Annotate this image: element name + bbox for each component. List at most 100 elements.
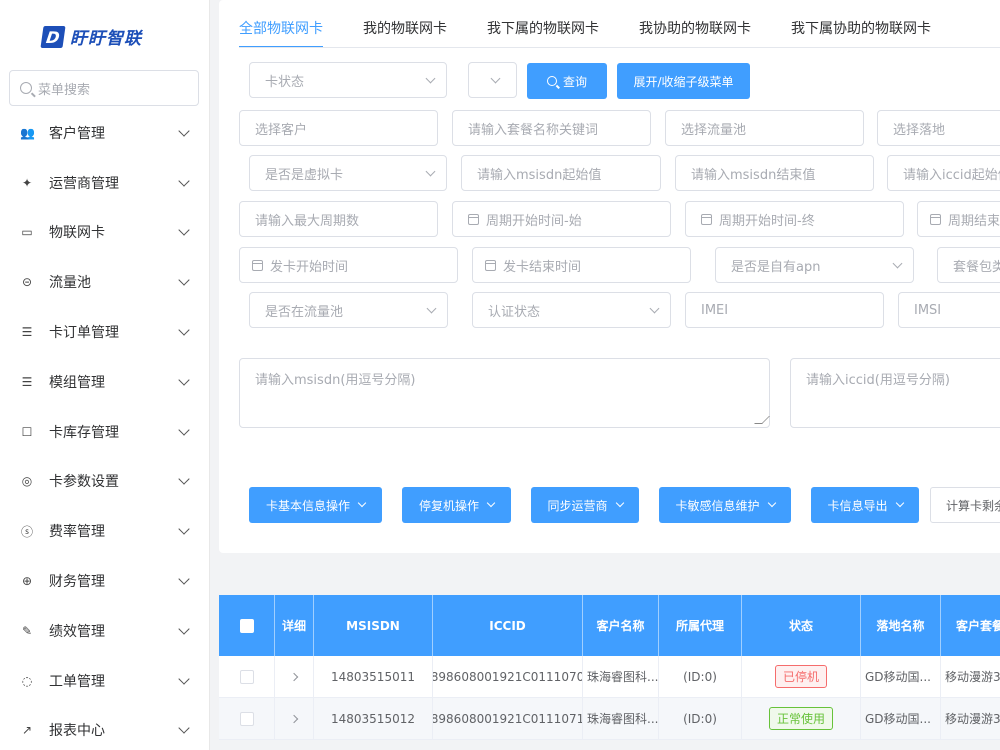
menu-search-input[interactable]: 菜单搜索 xyxy=(9,70,199,106)
table-body: 14803515011 898608001921C0111070 珠海睿图科...(… xyxy=(219,656,1000,740)
sync-operator-button[interactable]: 同步运营商 xyxy=(531,487,639,523)
operator-icon: ✦ xyxy=(21,175,33,190)
cell-msisdn: 14803515011 xyxy=(314,656,433,697)
logo: D 盱盱智联 xyxy=(40,24,142,49)
performance-icon: ✎ xyxy=(21,623,33,638)
sidebar-item-11[interactable]: ◌ 工单管理 xyxy=(0,656,210,706)
sidebar-item-0[interactable]: 👥 客户管理 xyxy=(0,108,210,158)
imsi-input[interactable]: IMSI xyxy=(898,292,1000,328)
tab-4[interactable]: 我下属协助的物联网卡 xyxy=(791,10,931,48)
tab-3[interactable]: 我协助的物联网卡 xyxy=(639,10,751,48)
sidebar-item-label: 物联网卡 xyxy=(49,225,105,242)
chevron-down-icon xyxy=(357,498,367,508)
in-pool-placeholder: 是否在流量池 xyxy=(265,304,344,320)
chevron-down-icon xyxy=(426,303,437,314)
pool-icon: ⊝ xyxy=(21,275,33,290)
col-package[interactable]: 客户套餐 xyxy=(941,595,1000,656)
cell-landing: GD移动国... xyxy=(861,656,941,697)
sidebar-item-9[interactable]: ⊕ 财务管理 xyxy=(0,556,210,606)
row-expand-cell[interactable] xyxy=(275,656,314,697)
chevron-down-icon xyxy=(178,175,190,187)
tab-2[interactable]: 我下属的物联网卡 xyxy=(487,10,599,48)
col-customer[interactable]: 客户名称 xyxy=(583,595,659,656)
select-all-checkbox[interactable] xyxy=(239,618,254,633)
chevron-down-icon xyxy=(178,523,190,535)
menu-search-placeholder: 菜单搜索 xyxy=(38,82,91,98)
sensitive-info-button[interactable]: 卡敏感信息维护 xyxy=(659,487,791,523)
own-apn-select[interactable]: 是否是自有apn xyxy=(715,247,914,283)
resize-handle-icon[interactable] xyxy=(754,416,770,424)
issue-end-picker[interactable]: 发卡结束时间 xyxy=(472,247,691,283)
msisdn-start-input[interactable]: 请输入msisdn起始值 xyxy=(461,155,661,191)
msisdn-list-textarea[interactable]: 请输入msisdn(用逗号分隔) xyxy=(239,358,770,428)
search-icon xyxy=(20,82,32,94)
auth-status-select[interactable]: 认证状态 xyxy=(472,292,671,328)
chevron-right-icon[interactable] xyxy=(289,714,299,723)
expand-collapse-button[interactable]: 展开/收缩子级菜单 xyxy=(617,63,750,99)
is-virtual-placeholder: 是否是虚拟卡 xyxy=(265,167,344,183)
sidebar-item-4[interactable]: ☰ 卡订单管理 xyxy=(0,307,210,357)
tab-0[interactable]: 全部物联网卡 xyxy=(239,10,323,48)
iccid-list-textarea[interactable]: 请输入iccid(用逗号分隔) xyxy=(790,358,1000,428)
cycle-end-picker[interactable]: 周期结束 xyxy=(917,201,1000,237)
package-select[interactable]: 套餐包类 xyxy=(937,247,1000,283)
row-select-cell xyxy=(219,656,275,697)
sidebar-item-label: 客户管理 xyxy=(49,125,105,142)
calc-remaining-button[interactable]: 计算卡剩余 xyxy=(930,487,1000,523)
cycle-start-from-picker[interactable]: 周期开始时间-始 xyxy=(452,201,671,237)
sidebar-item-8[interactable]: ⓢ 费率管理 xyxy=(0,506,210,556)
col-msisdn[interactable]: MSISDN xyxy=(314,595,433,656)
landing-select[interactable]: 选择落地 xyxy=(877,110,1000,146)
col-landing[interactable]: 落地名称 xyxy=(861,595,941,656)
col-iccid[interactable]: ICCID xyxy=(433,595,583,656)
suspend-resume-button[interactable]: 停复机操作 xyxy=(402,487,511,523)
imei-input[interactable]: IMEI xyxy=(685,292,884,328)
msisdn-end-input[interactable]: 请输入msisdn结束值 xyxy=(675,155,874,191)
sidebar-item-5[interactable]: ☰ 模组管理 xyxy=(0,357,210,407)
traffic-pool-select[interactable]: 选择流量池 xyxy=(665,110,864,146)
cell-iccid: 898608001921C0111070 xyxy=(433,656,583,697)
card-table: 详细 MSISDN ICCID 客户名称 所属代理 状态 落地名称 客户套餐 1… xyxy=(219,595,1000,740)
issue-start-picker[interactable]: 发卡开始时间 xyxy=(239,247,458,283)
max-cycles-input[interactable]: 请输入最大周期数 xyxy=(239,201,438,237)
cell-status: 已停机 xyxy=(742,656,861,697)
basic-info-button[interactable]: 卡基本信息操作 xyxy=(249,487,382,523)
export-button[interactable]: 卡信息导出 xyxy=(811,487,919,523)
sidebar-item-6[interactable]: ☐ 卡库存管理 xyxy=(0,407,210,457)
row-checkbox[interactable] xyxy=(239,711,254,726)
sidebar-item-label: 报表中心 xyxy=(49,723,105,740)
sidebar-item-2[interactable]: ▭ 物联网卡 xyxy=(0,208,210,258)
msisdn-list-placeholder: 请输入msisdn(用逗号分隔) xyxy=(255,373,416,388)
sidebar-item-label: 运营商管理 xyxy=(49,175,119,192)
chevron-down-icon xyxy=(486,498,496,508)
table-header: 详细 MSISDN ICCID 客户名称 所属代理 状态 落地名称 客户套餐 xyxy=(219,595,1000,656)
export-label: 卡信息导出 xyxy=(827,498,888,513)
tab-bar: 全部物联网卡 我的物联网卡 我下属的物联网卡 我协助的物联网卡 我下属协助的物联网卡 xyxy=(239,10,971,48)
table-row[interactable]: 14803515011 898608001921C0111070 珠海睿图科...(… xyxy=(219,656,1000,698)
tab-1[interactable]: 我的物联网卡 xyxy=(363,10,447,48)
cycle-start-to-picker[interactable]: 周期开始时间-终 xyxy=(685,201,904,237)
sidebar-item-7[interactable]: ◎ 卡参数设置 xyxy=(0,457,210,507)
secondary-select[interactable] xyxy=(468,62,517,98)
row-expand-cell[interactable] xyxy=(275,698,314,739)
sidebar-item-12[interactable]: ↗ 报表中心 xyxy=(0,706,210,750)
sidebar-item-label: 流量池 xyxy=(49,275,91,292)
package-keyword-input[interactable]: 请输入套餐名称关键词 xyxy=(452,110,651,146)
row-checkbox[interactable] xyxy=(239,669,254,684)
cell-landing: GD移动国... xyxy=(861,698,941,739)
col-status[interactable]: 状态 xyxy=(742,595,861,656)
chevron-down-icon xyxy=(178,573,190,585)
col-agent[interactable]: 所属代理 xyxy=(659,595,742,656)
sidebar-item-3[interactable]: ⊝ 流量池 xyxy=(0,257,210,307)
card-status-select[interactable]: 卡状态 xyxy=(249,62,447,98)
sidebar-item-10[interactable]: ✎ 绩效管理 xyxy=(0,606,210,656)
chevron-down-icon xyxy=(425,73,436,84)
sidebar-item-1[interactable]: ✦ 运营商管理 xyxy=(0,158,210,208)
chevron-right-icon[interactable] xyxy=(289,672,299,681)
table-row[interactable]: 14803515012 898608001921C0111071 珠海睿图科...(… xyxy=(219,698,1000,740)
in-pool-select[interactable]: 是否在流量池 xyxy=(249,292,448,328)
search-button[interactable]: 查询 xyxy=(527,63,607,99)
is-virtual-select[interactable]: 是否是虚拟卡 xyxy=(249,155,447,191)
iccid-start-input[interactable]: 请输入iccid起始值 xyxy=(887,155,1000,191)
customer-select[interactable]: 选择客户 xyxy=(239,110,438,146)
